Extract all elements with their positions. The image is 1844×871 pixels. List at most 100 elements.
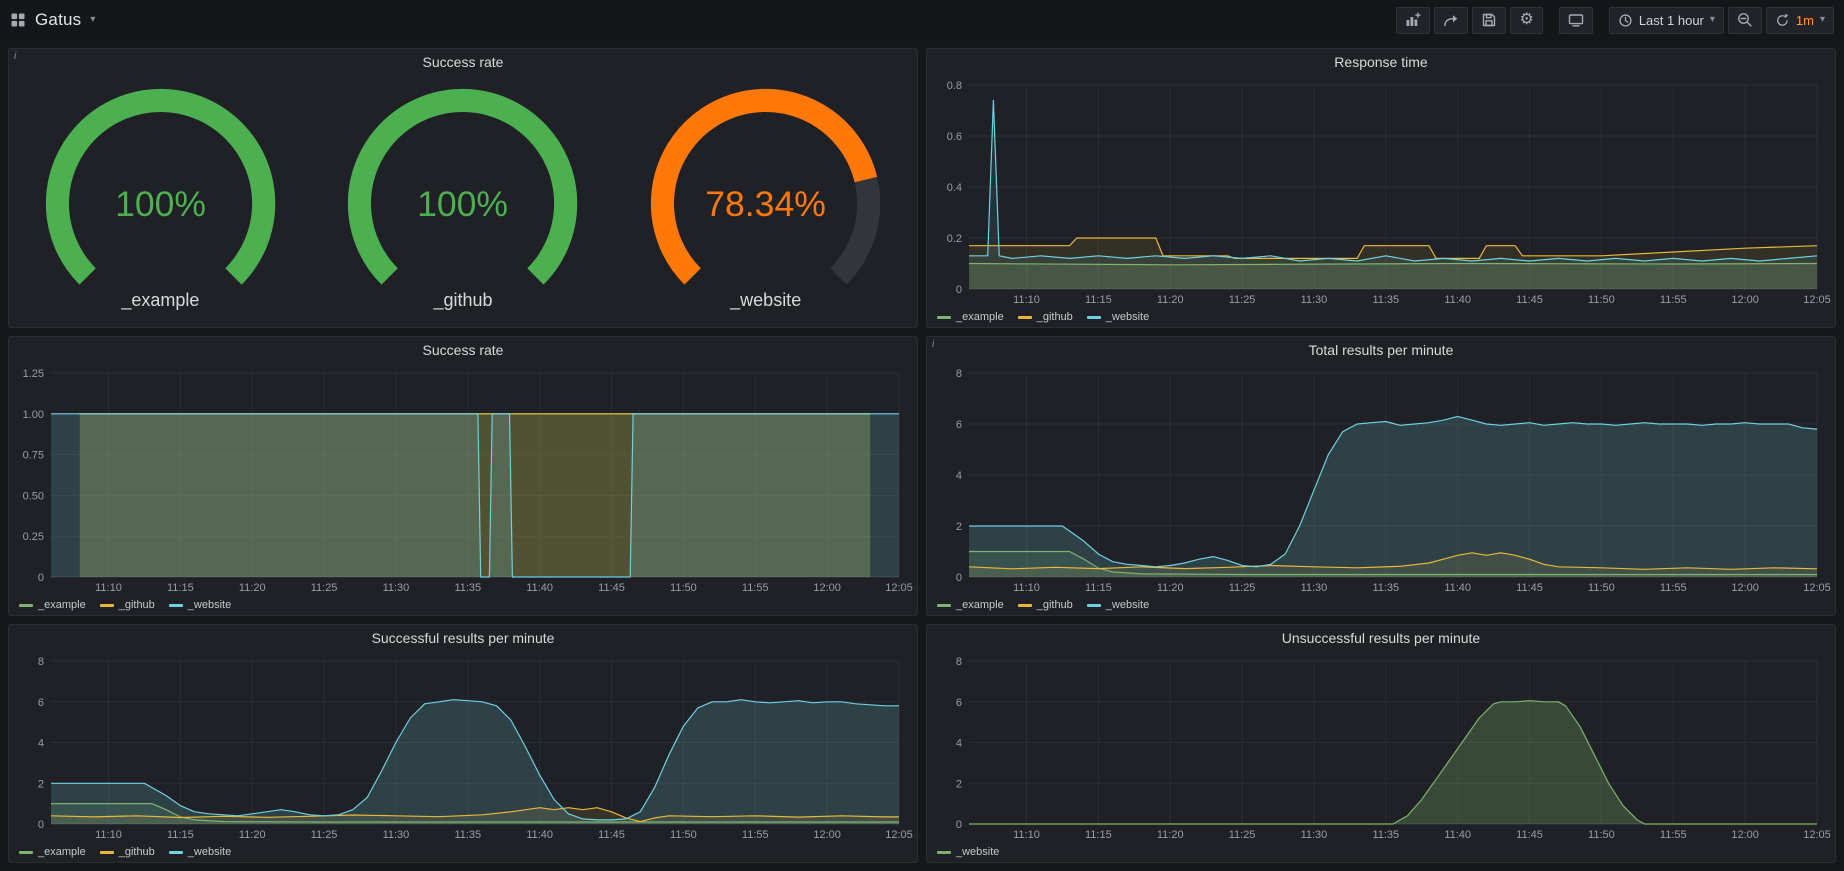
panel-title: Unsuccessful results per minute bbox=[1282, 630, 1480, 646]
x-axis-label: 11:55 bbox=[1660, 294, 1687, 306]
legend-label: _github bbox=[119, 599, 155, 611]
y-axis-label: 2 bbox=[38, 778, 44, 790]
gauge-_website: 78.34%_website bbox=[614, 75, 917, 327]
legend-item-_github[interactable]: _github bbox=[1018, 311, 1073, 323]
legend-item-_github[interactable]: _github bbox=[100, 599, 155, 611]
legend-item-_github[interactable]: _github bbox=[1018, 599, 1073, 611]
x-axis-label: 11:25 bbox=[311, 582, 338, 594]
legend-label: _example bbox=[956, 599, 1004, 611]
legend-item-_example[interactable]: _example bbox=[19, 846, 86, 858]
add-panel-icon bbox=[1405, 12, 1421, 28]
time-range-picker[interactable]: Last 1 hour ▾ bbox=[1609, 7, 1724, 34]
legend-label: _website bbox=[1106, 599, 1149, 611]
zoom-out-icon bbox=[1737, 12, 1753, 28]
y-axis-label: 0.75 bbox=[23, 450, 44, 462]
gauge-label: _example bbox=[121, 290, 199, 311]
legend-item-_example[interactable]: _example bbox=[937, 599, 1004, 611]
legend-item-_website[interactable]: _website bbox=[1087, 311, 1149, 323]
legend-swatch bbox=[1087, 316, 1101, 319]
refresh-picker[interactable]: 1m ▾ bbox=[1766, 7, 1834, 34]
y-axis-label: 0 bbox=[956, 284, 962, 296]
panel-header[interactable]: Success rate bbox=[9, 49, 917, 75]
x-axis-label: 11:55 bbox=[742, 582, 769, 594]
chart-canvas[interactable]: 11:1011:1511:2011:2511:3011:3511:4011:45… bbox=[931, 651, 1831, 842]
successful-results-chart[interactable]: 11:1011:1511:2011:2511:3011:3511:4011:45… bbox=[13, 651, 913, 842]
share-dashboard-button[interactable] bbox=[1434, 7, 1468, 34]
zoom-out-time-button[interactable] bbox=[1728, 7, 1762, 34]
legend-label: _github bbox=[1037, 311, 1073, 323]
x-axis-label: 11:40 bbox=[1444, 582, 1471, 594]
legend-item-_website[interactable]: _website bbox=[1087, 599, 1149, 611]
y-axis-label: 0.50 bbox=[23, 490, 44, 502]
x-axis-label: 11:55 bbox=[742, 829, 769, 841]
legend-swatch bbox=[169, 851, 183, 854]
dashboard-grid: i Success rate 100%_example100%_github78… bbox=[0, 40, 1844, 871]
unsuccessful-results-chart[interactable]: 11:1011:1511:2011:2511:3011:3511:4011:45… bbox=[931, 651, 1831, 842]
legend-item-_example[interactable]: _example bbox=[19, 599, 86, 611]
panel-header[interactable]: Successful results per minute bbox=[9, 625, 917, 651]
chart-canvas[interactable]: 11:1011:1511:2011:2511:3011:3511:4011:45… bbox=[931, 75, 1831, 307]
share-icon bbox=[1443, 12, 1459, 28]
series-area-_website bbox=[969, 100, 1817, 289]
legend-label: _github bbox=[1037, 599, 1073, 611]
x-axis-label: 11:20 bbox=[239, 829, 266, 841]
x-axis-label: 11:30 bbox=[383, 582, 410, 594]
response-time-chart[interactable]: 11:1011:1511:2011:2511:3011:3511:4011:45… bbox=[931, 75, 1831, 307]
refresh-interval-label: 1m bbox=[1796, 13, 1814, 28]
add-panel-button[interactable] bbox=[1396, 7, 1430, 34]
legend-item-_github[interactable]: _github bbox=[100, 846, 155, 858]
y-axis-label: 2 bbox=[956, 521, 962, 533]
panel-header[interactable]: Unsuccessful results per minute bbox=[927, 625, 1835, 651]
x-axis-label: 11:15 bbox=[1085, 582, 1112, 594]
legend-swatch bbox=[19, 851, 33, 854]
legend-item-_website[interactable]: _website bbox=[169, 599, 231, 611]
legend-item-_website[interactable]: _website bbox=[169, 846, 231, 858]
panel-header[interactable]: Success rate bbox=[9, 337, 917, 363]
series-area-_website bbox=[969, 416, 1817, 577]
x-axis-label: 11:25 bbox=[1229, 582, 1256, 594]
legend-swatch bbox=[1018, 604, 1032, 607]
legend-item-_website[interactable]: _website bbox=[937, 846, 999, 858]
legend-label: _example bbox=[38, 846, 86, 858]
dashboard-settings-button[interactable]: ⚙ bbox=[1510, 7, 1542, 34]
total-results-chart[interactable]: 11:1011:1511:2011:2511:3011:3511:4011:45… bbox=[931, 363, 1831, 595]
x-axis-label: 11:45 bbox=[598, 582, 625, 594]
chart-canvas[interactable]: 11:1011:1511:2011:2511:3011:3511:4011:45… bbox=[13, 363, 913, 595]
panel-info-icon[interactable]: i bbox=[927, 337, 942, 352]
chart-canvas[interactable]: 11:1011:1511:2011:2511:3011:3511:4011:45… bbox=[931, 363, 1831, 595]
legend-item-_example[interactable]: _example bbox=[937, 311, 1004, 323]
legend-label: _example bbox=[38, 599, 86, 611]
panel-info-icon[interactable]: i bbox=[9, 49, 24, 64]
series-area-_website bbox=[51, 700, 899, 824]
x-axis-label: 11:45 bbox=[1516, 829, 1543, 841]
x-axis-label: 12:05 bbox=[1803, 294, 1831, 306]
panel-response-time: Response time 11:1011:1511:2011:2511:301… bbox=[926, 48, 1836, 328]
success-rate-chart[interactable]: 11:1011:1511:2011:2511:3011:3511:4011:45… bbox=[13, 363, 913, 595]
dashboards-grid-icon[interactable] bbox=[10, 12, 26, 28]
x-axis-label: 11:30 bbox=[1301, 294, 1328, 306]
x-axis-label: 11:30 bbox=[1301, 582, 1328, 594]
panel-success-rate-gauges: i Success rate 100%_example100%_github78… bbox=[8, 48, 918, 328]
gauge-label: _website bbox=[730, 290, 801, 311]
x-axis-label: 12:05 bbox=[1803, 582, 1831, 594]
x-axis-label: 11:35 bbox=[1372, 829, 1399, 841]
legend-swatch bbox=[1018, 316, 1032, 319]
legend: _example _github _website bbox=[937, 597, 1149, 613]
dashboard-title[interactable]: Gatus bbox=[35, 10, 81, 30]
panel-title: Successful results per minute bbox=[372, 630, 555, 646]
x-axis-label: 11:30 bbox=[383, 829, 410, 841]
chart-canvas[interactable]: 11:1011:1511:2011:2511:3011:3511:4011:45… bbox=[13, 651, 913, 842]
legend-label: _website bbox=[188, 846, 231, 858]
tv-monitor-icon bbox=[1568, 12, 1584, 28]
panel-header[interactable]: Total results per minute bbox=[927, 337, 1835, 363]
y-axis-label: 4 bbox=[38, 738, 44, 750]
x-axis-label: 11:25 bbox=[1229, 294, 1256, 306]
panel-unsuccessful-results: Unsuccessful results per minute 11:1011:… bbox=[926, 624, 1836, 863]
chevron-down-icon[interactable]: ▾ bbox=[90, 15, 95, 25]
x-axis-label: 11:10 bbox=[1013, 294, 1040, 306]
cycle-view-mode-button[interactable] bbox=[1559, 7, 1593, 34]
y-axis-label: 0 bbox=[38, 572, 44, 584]
panel-header[interactable]: Response time bbox=[927, 49, 1835, 75]
gear-icon: ⚙ bbox=[1519, 12, 1533, 28]
save-dashboard-button[interactable] bbox=[1472, 7, 1506, 34]
